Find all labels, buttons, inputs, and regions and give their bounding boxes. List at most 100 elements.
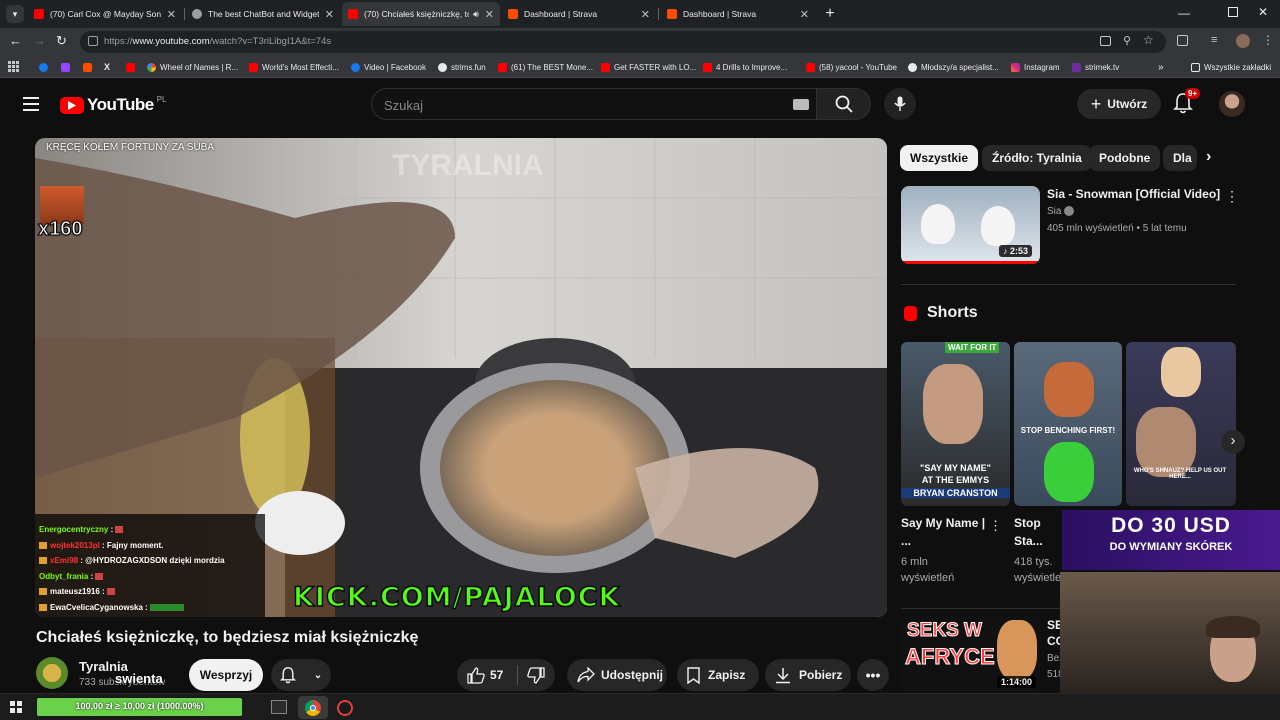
- tab-title: Dashboard | Strava: [524, 9, 598, 19]
- speaker-icon[interactable]: 🔊︎: [473, 9, 479, 20]
- extensions-icon[interactable]: [1177, 35, 1188, 46]
- media-controls-icon[interactable]: ≡: [1211, 34, 1217, 46]
- youtube-logo[interactable]: YouTube PL: [60, 95, 167, 115]
- search-button[interactable]: [817, 88, 871, 120]
- chat-username: mateusz1916: [50, 587, 100, 596]
- search-input[interactable]: [384, 96, 764, 114]
- recommended-channel[interactable]: Sia: [1047, 206, 1075, 217]
- like-button[interactable]: [467, 667, 485, 684]
- bookmark-instagram[interactable]: Instagram: [1011, 61, 1060, 73]
- youtube-play-logo-icon: [60, 96, 84, 114]
- bookmark-strava[interactable]: [83, 61, 96, 73]
- save-button[interactable]: Zapisz: [677, 659, 759, 691]
- bookmark-star-icon[interactable]: ☆: [1143, 33, 1154, 47]
- shorts-heading: Shorts: [927, 304, 978, 321]
- notifications-button[interactable]: 9+: [1173, 88, 1201, 114]
- recommended-title[interactable]: Sia - Snowman [Official Video]: [1047, 187, 1220, 201]
- keyboard-icon[interactable]: [793, 99, 809, 110]
- close-tab-icon[interactable]: ✕: [485, 8, 494, 21]
- restore-window-button[interactable]: [1228, 7, 1238, 17]
- install-app-icon[interactable]: [1100, 36, 1111, 46]
- bookmark-video-facebook[interactable]: Video | Facebook: [351, 61, 426, 73]
- close-window-button[interactable]: ✕: [1258, 5, 1268, 19]
- bookmark-label: strims.fun: [451, 62, 486, 72]
- all-bookmarks-folder[interactable]: Wszystkie zakładki: [1191, 61, 1271, 73]
- face-image: [1136, 407, 1196, 477]
- short-title[interactable]: Stop Sta... Bench...: [1014, 514, 1064, 550]
- shorts-next-chevron-icon[interactable]: ›: [1221, 430, 1245, 454]
- terminal-app-icon[interactable]: [271, 700, 287, 714]
- share-button[interactable]: Udostępnij: [567, 659, 667, 691]
- profile-avatar-icon[interactable]: [1236, 34, 1250, 48]
- chip-source[interactable]: Źródło: Tyralnia: [982, 145, 1092, 171]
- bookmark-strimek[interactable]: strimek.tv: [1072, 61, 1119, 73]
- browser-tab-2[interactable]: The best ChatBot and Widgets ✕: [186, 2, 340, 26]
- chip-similar[interactable]: Podobne: [1089, 145, 1161, 171]
- browser-tab-5[interactable]: Dashboard | Strava ✕: [661, 2, 815, 26]
- bookmark-worlds-most-effective[interactable]: World's Most Effecti...: [249, 61, 339, 73]
- tab-search-button[interactable]: ▾: [6, 5, 24, 23]
- bookmark-x[interactable]: X: [104, 61, 110, 73]
- short-thumbnail[interactable]: WAIT FOR IT "SAY MY NAME" AT THE EMMYS B…: [901, 342, 1010, 506]
- chip-all[interactable]: Wszystkie: [900, 145, 979, 171]
- bookmark-youtube[interactable]: [126, 61, 139, 73]
- youtube-icon: [806, 62, 815, 72]
- download-button[interactable]: Pobierz: [765, 659, 851, 691]
- more-bookmarks-chevron-icon[interactable]: »: [1158, 61, 1164, 73]
- bookmark-wheel-of-names[interactable]: Wheel of Names | R...: [147, 61, 238, 73]
- channel-avatar[interactable]: [36, 657, 68, 689]
- site-info-icon[interactable]: [88, 36, 98, 46]
- bookmark-twitch[interactable]: [61, 61, 74, 73]
- windows-start-icon[interactable]: [10, 701, 22, 713]
- stream-chat-overlay: Energocentryczny : wojtek2013pl : Fajny …: [35, 514, 265, 617]
- next-video-thumbnail[interactable]: SEKS W AFRYCE 1:14:00: [901, 616, 1040, 692]
- reload-icon[interactable]: ↻: [56, 33, 67, 49]
- short-thumbnail[interactable]: STOP BENCHING FIRST!: [1014, 342, 1122, 506]
- close-tab-icon[interactable]: ✕: [167, 8, 176, 21]
- more-actions-button[interactable]: •••: [857, 659, 889, 691]
- bookmark-best-money[interactable]: (61) The BEST Mone...: [498, 61, 593, 73]
- chip-for-you[interactable]: Dla: [1163, 145, 1197, 171]
- bookmark-facebook[interactable]: [39, 61, 52, 73]
- kebab-menu-icon[interactable]: ⋮: [1262, 33, 1274, 47]
- kebab-menu-icon[interactable]: ⋮: [1225, 188, 1239, 205]
- dislike-button[interactable]: [527, 667, 545, 684]
- bookmark-4-drills[interactable]: 4 Drills to Improve...: [703, 61, 787, 73]
- omnibox[interactable]: https://www.youtube.com/watch?v=T3riLibg…: [80, 31, 1166, 53]
- download-icon: [776, 667, 790, 683]
- hamburger-menu-icon[interactable]: [23, 97, 39, 111]
- bookmark-yacool[interactable]: (58) yacool - YouTube: [806, 61, 897, 73]
- obs-app-icon[interactable]: [337, 700, 353, 716]
- kebab-menu-icon[interactable]: ⋮: [989, 518, 1002, 534]
- voice-search-button[interactable]: [884, 88, 916, 120]
- minimize-window-button[interactable]: —: [1178, 6, 1190, 20]
- bookmark-mlodszy-specjalista[interactable]: Młodszy/a specjalist...: [908, 61, 999, 73]
- zoom-icon[interactable]: ⚲: [1123, 34, 1131, 47]
- bookmark-get-faster[interactable]: Get FASTER with LO...: [601, 61, 696, 73]
- chrome-taskbar-button[interactable]: [298, 696, 328, 719]
- url-text[interactable]: https://www.youtube.com/watch?v=T3riLibg…: [104, 36, 331, 47]
- short-thumbnail[interactable]: WHO'S SHNAUZ? HELP US OUT HERE...: [1126, 342, 1236, 506]
- new-tab-button[interactable]: +: [820, 4, 840, 24]
- forward-arrow-icon[interactable]: →: [33, 33, 46, 48]
- bookmark-strims[interactable]: strims.fun: [438, 61, 486, 73]
- close-tab-icon[interactable]: ✕: [325, 8, 334, 21]
- video-player[interactable]: KRĘCĘ KOŁEM FORTUNY ZA SUBA TYRALNIA x16…: [35, 138, 887, 617]
- recommended-thumbnail[interactable]: ♪ 2:53: [901, 186, 1040, 264]
- browser-tab-4[interactable]: Dashboard | Strava ✕: [502, 2, 656, 26]
- search-box[interactable]: [371, 88, 817, 120]
- next-video-title[interactable]: SE CO: [1047, 617, 1065, 649]
- apps-grid-icon[interactable]: [8, 61, 19, 72]
- chevron-right-icon[interactable]: ›: [1206, 148, 1211, 166]
- account-avatar[interactable]: [1219, 91, 1245, 117]
- watch-progress-bar: [901, 261, 1040, 264]
- short-title[interactable]: Say My Name | ...: [901, 514, 996, 550]
- back-arrow-icon[interactable]: ←: [9, 33, 22, 48]
- browser-tab-1[interactable]: (70) Carl Cox @ Mayday Sonic I ✕: [28, 2, 182, 26]
- support-button[interactable]: Wesprzyj: [189, 659, 263, 691]
- browser-tab-3-active[interactable]: (70) Chciałeś księżniczkę, to 🔊︎ ✕: [342, 2, 500, 26]
- close-tab-icon[interactable]: ✕: [641, 8, 650, 21]
- close-tab-icon[interactable]: ✕: [800, 8, 809, 21]
- create-button[interactable]: + Utwórz: [1077, 89, 1161, 119]
- notification-bell-button[interactable]: ⌄: [271, 659, 331, 691]
